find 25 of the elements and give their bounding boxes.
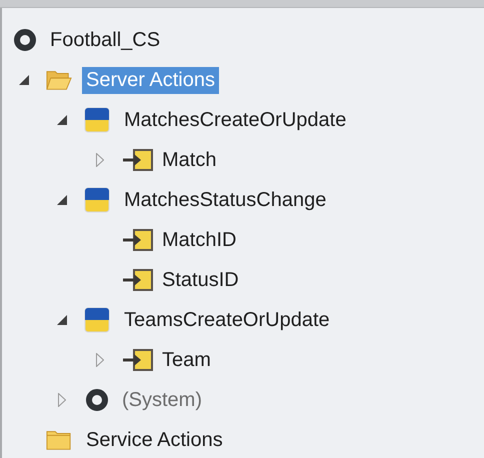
expanded-triangle-icon[interactable]	[19, 75, 29, 85]
folder-icon	[46, 428, 72, 452]
arrow-in-box-icon	[122, 349, 153, 371]
arrow-in-box-icon	[122, 229, 153, 251]
tree-item[interactable]: Football_CS	[46, 26, 164, 54]
action-icon	[84, 307, 110, 333]
tree-item[interactable]: Match	[158, 146, 220, 174]
tree-item[interactable]: MatchID	[158, 226, 240, 254]
tree-item[interactable]: TeamsCreateOrUpdate	[120, 306, 334, 334]
tree-item[interactable]: StatusID	[158, 266, 243, 294]
action-icon	[84, 187, 110, 213]
tree-item[interactable]: Service Actions	[82, 426, 227, 454]
expanded-triangle-icon[interactable]	[57, 195, 67, 205]
tree-item[interactable]: (System)	[118, 386, 206, 414]
tree-item[interactable]: MatchesCreateOrUpdate	[120, 106, 350, 134]
tree-item[interactable]: MatchesStatusChange	[120, 186, 330, 214]
ring-icon	[86, 389, 108, 411]
expanded-triangle-icon[interactable]	[57, 115, 67, 125]
ring-icon	[14, 29, 36, 51]
open-folder-icon	[46, 68, 72, 92]
expanded-triangle-icon[interactable]	[57, 315, 67, 325]
tree-item[interactable]: Team	[158, 346, 215, 374]
arrow-in-box-icon	[122, 269, 153, 291]
action-icon	[84, 107, 110, 133]
arrow-in-box-icon	[122, 149, 153, 171]
